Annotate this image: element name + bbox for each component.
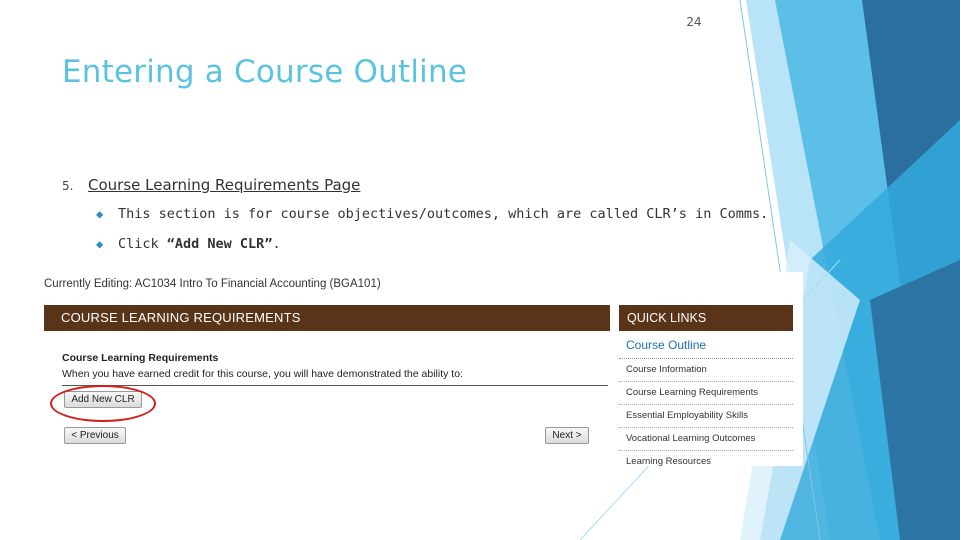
quick-link-course-learning-requirements[interactable]: Course Learning Requirements [619,382,793,405]
bullet-text-emphasis: “Add New CLR” [166,236,273,252]
deco-dark-wedge [870,260,960,540]
previous-button[interactable]: < Previous [64,427,126,444]
quick-links-header: QUICK LINKS [619,305,793,331]
step-number: 5. [62,179,74,193]
bullet-text: This section is for course objectives/ou… [118,206,769,222]
clr-panel: COURSE LEARNING REQUIREMENTS Course Lear… [44,305,610,465]
slide-title: Entering a Course Outline [62,54,468,90]
quick-links-panel: QUICK LINKS Course Outline Course Inform… [619,305,793,466]
quick-link-essential-employability-skills[interactable]: Essential Employability Skills [619,405,793,428]
step-item: 5. Course Learning Requirements Page [62,176,360,194]
next-button[interactable]: Next > [545,427,589,444]
embedded-screenshot: Currently Editing: AC1034 Intro To Finan… [28,272,803,466]
section-title: Course Learning Requirements [62,352,219,364]
bullet-text-prefix: Click [118,236,167,252]
quick-link-learning-resources[interactable]: Learning Resources [619,451,793,466]
quick-link-vocational-learning-outcomes[interactable]: Vocational Learning Outcomes [619,428,793,451]
bullet-item: ◆ This section is for course objectives/o… [96,206,768,222]
deco-dark-panel [862,0,960,540]
panel-header: COURSE LEARNING REQUIREMENTS [44,305,610,331]
step-heading: Course Learning Requirements Page [88,176,361,194]
section-description: When you have earned credit for this cou… [62,368,463,380]
highlight-circle [50,385,156,422]
diamond-bullet-icon: ◆ [96,237,104,251]
diamond-bullet-icon: ◆ [96,207,104,221]
quick-link-course-outline[interactable]: Course Outline [619,331,793,359]
currently-editing-label: Currently Editing: AC1034 Intro To Finan… [44,278,381,290]
quick-link-course-information[interactable]: Course Information [619,359,793,382]
bullet-text-suffix: . [272,236,281,252]
divider [62,385,608,386]
bullet-item: ◆ Click “Add New CLR”. [96,236,281,252]
slide-number: 24 [686,15,702,29]
